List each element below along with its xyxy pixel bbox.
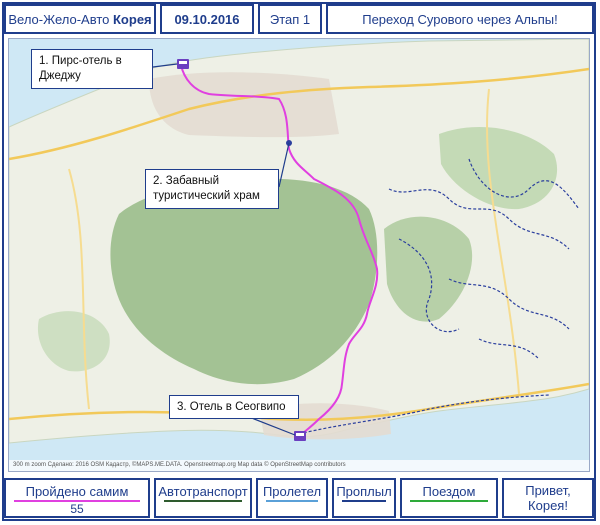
legend-flown-line <box>266 500 318 502</box>
legend-sailed-label: Проплыл <box>336 484 392 499</box>
legend-flown: Пролетел <box>256 478 328 518</box>
hotel-marker-jeju[interactable] <box>177 59 189 69</box>
legend-walked-value: 55 <box>70 502 84 516</box>
legend-auto-line <box>164 500 242 502</box>
header-route-title: Переход Сурового через Альпы! <box>326 4 594 34</box>
header-title-prefix: Вело-Жело-Авто <box>8 11 110 27</box>
map-canvas[interactable] <box>9 39 589 471</box>
legend-flown-label: Пролетел <box>262 484 322 499</box>
header-bar: Вело-Жело-Авто Корея 09.10.2016 Этап 1 П… <box>4 4 594 34</box>
header-title: Вело-Жело-Авто Корея <box>4 4 156 34</box>
callout-1: 1. Пирс-отель в Джеджу <box>31 49 153 89</box>
legend-sailed: Проплыл <box>332 478 396 518</box>
callout-3: 3. Отель в Сеогвипо <box>169 395 299 419</box>
legend-train: Поездом <box>400 478 498 518</box>
header-date: 09.10.2016 <box>160 4 254 34</box>
legend-walked-label: Пройдено самим <box>25 484 129 499</box>
header-stage: Этап 1 <box>258 4 322 34</box>
map-attribution: 300 m zoom Сделано: 2016 OSM Кадастр, ©M… <box>9 460 589 471</box>
legend-train-line <box>410 500 488 502</box>
hotel-marker-seogwipo[interactable] <box>294 431 306 441</box>
legend-sailed-line <box>342 500 386 502</box>
jeju-city-area <box>149 72 339 138</box>
map-area[interactable]: 1. Пирс-отель в Джеджу 2. Забавный турис… <box>8 38 590 472</box>
legend-train-label: Поездом <box>422 484 476 499</box>
legend-greeting: Привет, Корея! <box>502 478 594 518</box>
legend-walked: Пройдено самим 55 <box>4 478 150 518</box>
callout-2: 2. Забавный туристический храм <box>145 169 279 209</box>
legend-auto: Автотранспорт <box>154 478 252 518</box>
legend-bar: Пройдено самим 55 Автотранспорт Пролетел… <box>4 478 594 518</box>
header-title-country: Корея <box>113 11 152 27</box>
legend-auto-label: Автотранспорт <box>158 484 248 499</box>
